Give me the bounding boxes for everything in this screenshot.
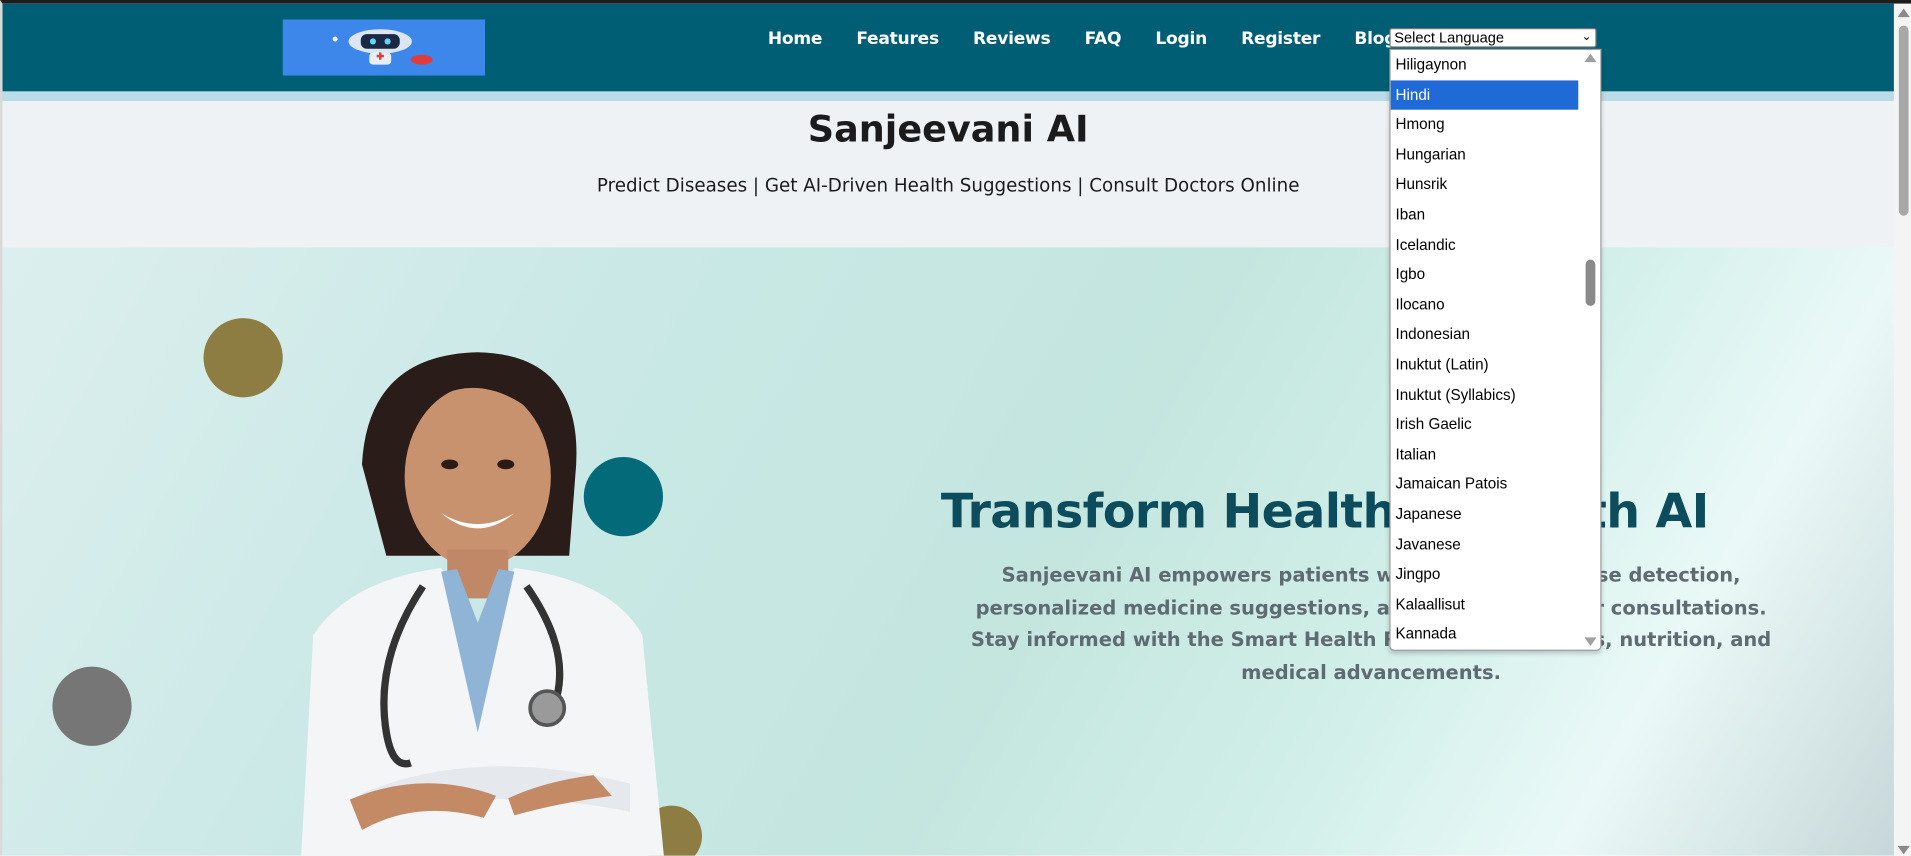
page-scroll-thumb[interactable] — [1898, 25, 1909, 216]
language-option[interactable]: Italian — [1391, 440, 1579, 470]
language-option[interactable]: Inuktut (Syllabics) — [1391, 380, 1579, 410]
page-tagline: Predict Diseases | Get AI-Driven Health … — [596, 174, 1300, 197]
page-scrollbar[interactable] — [1893, 3, 1911, 856]
language-select-label: Select Language — [1394, 29, 1505, 47]
language-dropdown-list[interactable]: Hiligaynon Hindi Hmong Hungarian Hunsrik… — [1389, 48, 1602, 651]
nav-faq[interactable]: FAQ — [1085, 29, 1122, 49]
hero-description: Sanjeevani AI empowers patients with AI-… — [970, 563, 1772, 684]
decor-circle-gray — [52, 666, 132, 746]
chevron-down-icon: ⌄ — [1581, 30, 1592, 44]
language-option[interactable]: Kannada — [1391, 619, 1579, 649]
nav-register[interactable]: Register — [1241, 29, 1320, 49]
language-option-selected[interactable]: Hindi — [1390, 79, 1579, 110]
language-option[interactable]: Irish Gaelic — [1391, 410, 1579, 440]
language-option[interactable]: Ilocano — [1391, 290, 1579, 320]
language-option[interactable]: Hmong — [1391, 110, 1579, 140]
language-option[interactable]: Jingpo — [1391, 560, 1579, 590]
nav-home[interactable]: Home — [768, 29, 823, 49]
scroll-down-arrow-icon[interactable] — [1584, 637, 1597, 646]
doctor-image — [301, 352, 664, 856]
decor-circle-gold — [203, 318, 283, 398]
page-title: Sanjeevani AI — [807, 108, 1089, 152]
language-option[interactable]: Japanese — [1391, 500, 1579, 530]
language-option[interactable]: Igbo — [1391, 260, 1579, 290]
scroll-up-arrow-icon[interactable] — [1897, 8, 1910, 18]
page: Home Features Reviews FAQ Login Register… — [0, 0, 1911, 856]
language-option[interactable]: Kalaallisut — [1391, 589, 1579, 619]
nav-divider — [2, 91, 1894, 102]
language-option[interactable]: Javanese — [1391, 530, 1579, 560]
dropdown-scroll-thumb[interactable] — [1585, 259, 1596, 306]
language-option[interactable]: Indonesian — [1391, 320, 1579, 350]
language-option[interactable]: Jamaican Patois — [1391, 470, 1579, 500]
navbar: Home Features Reviews FAQ Login Register… — [2, 3, 1894, 92]
nav-login[interactable]: Login — [1155, 29, 1207, 49]
scroll-up-arrow-icon[interactable] — [1584, 53, 1597, 63]
language-select[interactable]: Select Language ⌄ — [1389, 28, 1597, 48]
language-option[interactable]: Hunsrik — [1391, 170, 1579, 200]
robot-logo-icon — [332, 29, 433, 65]
site-logo[interactable] — [282, 19, 486, 76]
language-option[interactable]: Hiligaynon — [1391, 50, 1579, 80]
language-option[interactable]: Icelandic — [1391, 230, 1579, 260]
language-option[interactable]: Inuktut (Latin) — [1391, 350, 1579, 380]
scroll-down-arrow-icon[interactable] — [1897, 845, 1910, 855]
language-option[interactable]: Iban — [1391, 200, 1579, 230]
language-option[interactable]: Hungarian — [1391, 140, 1579, 170]
nav-links: Home Features Reviews FAQ Login Register… — [768, 29, 1440, 49]
nav-reviews[interactable]: Reviews — [973, 29, 1051, 49]
nav-features[interactable]: Features — [856, 29, 939, 49]
dropdown-scrollbar[interactable] — [1580, 49, 1601, 650]
